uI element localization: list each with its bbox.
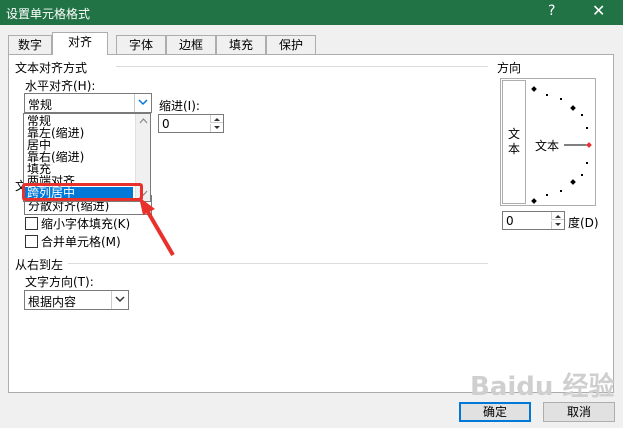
orientation-box[interactable]: 文 本 文本 [500,78,596,206]
vertical-text-char: 文 [507,127,520,141]
tab-border[interactable]: 边框 [166,35,216,54]
help-icon[interactable]: ? [548,3,555,19]
indent-label: 缩进(I): [159,99,200,113]
dropdown-option[interactable]: 填充 [25,163,133,175]
window-title: 设置单元格格式 [6,7,91,21]
close-icon[interactable]: ✕ [592,1,605,20]
indent-value: 0 [162,117,170,131]
tab-font[interactable]: 字体 [116,35,166,54]
dropdown-option[interactable]: 靠左(缩进) [25,127,133,139]
title-bar: 设置单元格格式 ? ✕ [0,0,623,25]
vertical-text-button[interactable]: 文 本 [502,80,526,204]
orientation-section-label: 方向 [497,61,522,75]
spin-up-icon[interactable] [551,212,564,220]
spin-up-icon[interactable] [210,115,223,123]
shrink-to-fit-checkbox[interactable]: 缩小字体填充(K) [25,215,130,232]
cancel-button[interactable]: 取消 [543,402,615,422]
checkbox-box[interactable] [25,217,38,230]
horizontal-text-label: 文本 [535,137,560,154]
dropdown-option[interactable]: 常规 [25,115,133,127]
tab-protection[interactable]: 保护 [266,35,316,54]
horizontal-align-label: 水平对齐(H): [25,79,96,93]
degrees-label: 度(D) [568,216,599,230]
vertical-text-char: 本 [507,142,520,156]
indent-spinner[interactable]: 0 [158,114,224,133]
text-direction-select[interactable]: 根据内容 [24,290,129,310]
spin-down-icon[interactable] [210,124,223,132]
chevron-down-icon[interactable] [134,94,151,112]
degrees-spinner[interactable]: 0 [502,211,565,230]
text-direction-value: 根据内容 [28,295,77,309]
section-divider [116,66,488,67]
merge-cells-label: 合并单元格(M) [41,235,121,249]
rtl-section-label: 从右到左 [15,256,68,273]
horizontal-align-value: 常规 [28,98,53,112]
horizontal-align-select[interactable]: 常规 [24,93,152,113]
spin-down-icon[interactable] [551,221,564,229]
tab-number[interactable]: 数字 [8,35,52,54]
scroll-up-icon [139,118,148,124]
checkbox-box[interactable] [25,235,38,248]
tab-fill[interactable]: 填充 [216,35,266,54]
merge-cells-checkbox[interactable]: 合并单元格(M) [25,233,121,250]
annotation-arrow-icon [139,197,175,257]
text-direction-label: 文字方向(T): [25,275,94,289]
chevron-down-icon[interactable] [111,291,128,309]
dropdown-option[interactable]: 居中 [25,139,133,151]
shrink-to-fit-label: 缩小字体填充(K) [41,217,131,231]
text-alignment-section-label: 文本对齐方式 [15,59,92,76]
baidu-watermark: Baidu 经验 [470,372,615,402]
ok-button[interactable]: 确定 [459,402,531,422]
dropdown-option[interactable]: 靠右(缩进) [25,151,133,163]
annotation-highlight-box [22,183,143,201]
degrees-value: 0 [506,214,514,228]
section-divider [68,263,488,264]
tab-alignment[interactable]: 对齐 [52,32,108,55]
